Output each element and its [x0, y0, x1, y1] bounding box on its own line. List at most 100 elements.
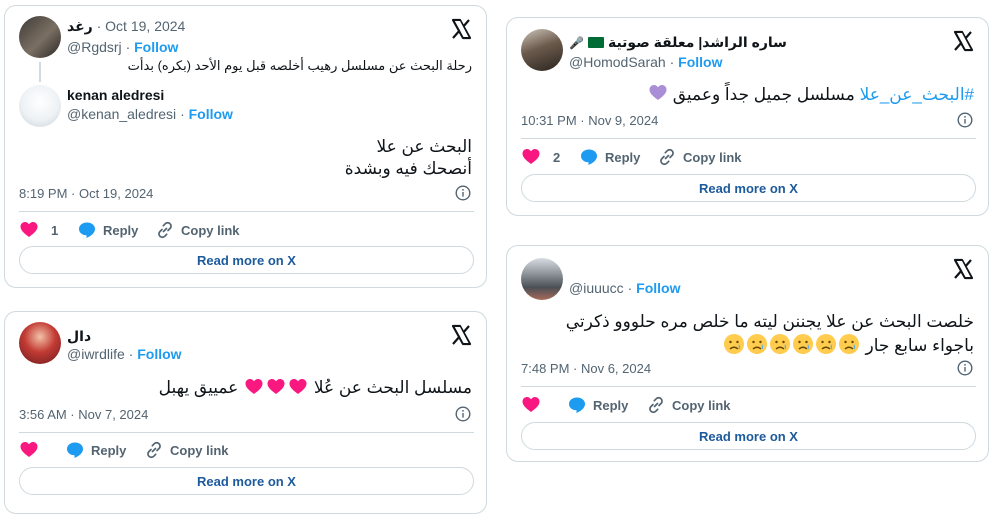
x-logo-icon[interactable] [450, 324, 472, 346]
tweet-text: #البحث_عن_علا مسلسل جميل جداً وعميق [648, 83, 974, 108]
info-icon[interactable] [957, 112, 973, 128]
read-more-button[interactable]: Read more on X [19, 467, 474, 495]
x-logo-icon[interactable] [450, 18, 472, 40]
avatar-homodsarah[interactable] [521, 29, 563, 71]
follow-button-homodsarah[interactable]: Follow [678, 54, 722, 70]
quoted-author-name[interactable]: رغد [67, 18, 93, 34]
link-icon [660, 148, 674, 166]
reply-bubble-icon [581, 149, 597, 165]
author-handle[interactable]: @iwrdlife [67, 346, 125, 362]
author-handle-line: @iwrdlife · Follow [67, 346, 182, 362]
copy-link-button[interactable]: Copy link [657, 147, 742, 167]
heart-icon [522, 149, 540, 164]
read-more-button[interactable]: Read more on X [19, 246, 474, 274]
quoted-tweet-text: رحلة البحث عن مسلسل رهيب أخلصه قبل يوم ا… [127, 58, 472, 73]
like-button[interactable]: 1 [19, 220, 58, 240]
saudi-flag-icon [587, 37, 604, 48]
reply-button[interactable]: Reply [65, 440, 126, 460]
author-name-line: 🎤 ساره الراشد| معلقة صوتية [569, 34, 787, 51]
follow-button-kenan[interactable]: Follow [189, 106, 233, 122]
reply-label: Reply [91, 442, 127, 458]
info-icon[interactable] [455, 185, 471, 201]
tweet-text: مسلسل البحث عن عُلا عمييق يهبل [159, 376, 472, 401]
divider [521, 386, 976, 387]
quoted-author-line: رغد · Oct 19, 2024 [67, 18, 186, 34]
tweet-text-line1: البحث عن علا [376, 137, 472, 156]
info-icon[interactable] [957, 360, 973, 376]
reply-bubble-icon [67, 442, 83, 458]
reply-bubble-icon [79, 222, 95, 238]
link-icon [158, 221, 172, 239]
like-button[interactable] [19, 440, 39, 460]
heart-icon [522, 397, 540, 412]
divider [521, 138, 976, 139]
heart-icon [20, 442, 38, 457]
tweet-text-line2: أنصحك فيه وبشدة [344, 159, 472, 178]
author-name[interactable]: دال [67, 328, 91, 345]
reply-label: Reply [593, 397, 629, 413]
link-icon [147, 441, 161, 459]
tweet-text-main: مسلسل جميل جداً وعميق [672, 84, 855, 104]
red-hearts-emoji [243, 376, 309, 401]
read-more-button[interactable]: Read more on X [521, 174, 976, 202]
like-count: 2 [553, 149, 561, 165]
tweet-text-line1: خلصت البحث عن علا يجننن ليته ما خلص مره … [565, 312, 974, 331]
copy-link-button[interactable]: Copy link [646, 395, 731, 415]
avatar-kenan[interactable] [19, 85, 61, 127]
avatar-iwrdlife[interactable] [19, 322, 61, 364]
copy-link-label: Copy link [170, 442, 229, 458]
crying-emojis [723, 333, 861, 360]
copy-link-button[interactable]: Copy link [144, 440, 229, 460]
microphone-icon: 🎤 [569, 35, 584, 50]
avatar-rgdsrj[interactable] [19, 16, 61, 58]
reply-button[interactable]: Reply [579, 147, 640, 167]
author-handle[interactable]: @iuuucc [569, 280, 624, 296]
author-name[interactable]: ساره الراشد| معلقة صوتية [608, 34, 787, 51]
tweet-text-tail: عمييق يهبل [158, 377, 239, 397]
tweet-card-kenan: رغد · Oct 19, 2024 @Rgdsrj · Follow رحلة… [4, 5, 487, 288]
tweet-text-line2-main: باجواء سابع جار [865, 335, 974, 355]
follow-button-iwrdlife[interactable]: Follow [137, 346, 181, 362]
heart-icon [20, 222, 38, 237]
tweet-timestamp[interactable]: 3:56 AM · Nov 7, 2024 [19, 407, 148, 422]
author-handle-line: @iuuucc · Follow [569, 280, 681, 296]
author-handle-line: @HomodSarah · Follow [569, 54, 723, 70]
tweet-timestamp[interactable]: 10:31 PM · Nov 9, 2024 [521, 113, 658, 128]
tweet-card-iwrdlife: دال @iwrdlife · Follow مسلسل البحث عن عُ… [4, 311, 487, 514]
tweet-card-iuuucc: @iuuucc · Follow خلصت البحث عن علا يجننن… [506, 245, 989, 462]
quoted-date[interactable]: Oct 19, 2024 [105, 18, 185, 34]
copy-link-label: Copy link [181, 222, 240, 238]
tweet-text-main: مسلسل البحث عن عُلا [313, 377, 472, 397]
author-handle[interactable]: @kenan_aledresi [67, 106, 176, 122]
link-icon [649, 396, 663, 414]
reply-button[interactable]: Reply [77, 220, 138, 240]
author-handle[interactable]: @HomodSarah [569, 54, 666, 70]
thread-line [39, 62, 41, 82]
reply-label: Reply [103, 222, 139, 238]
avatar-iuuucc[interactable] [521, 258, 563, 300]
author-handle-line: @kenan_aledresi · Follow [67, 106, 233, 122]
quoted-handle[interactable]: @Rgdsrj [67, 39, 122, 55]
reply-button[interactable]: Reply [567, 395, 628, 415]
like-button[interactable]: 2 [521, 147, 560, 167]
tweet-timestamp[interactable]: 7:48 PM · Nov 6, 2024 [521, 361, 651, 376]
author-name[interactable]: kenan aledresi [67, 87, 164, 103]
read-more-button[interactable]: Read more on X [521, 422, 976, 450]
tweet-card-homodsarah: 🎤 ساره الراشد| معلقة صوتية @HomodSarah ·… [506, 17, 989, 216]
follow-button-rgdsrj[interactable]: Follow [134, 39, 178, 55]
like-count: 1 [51, 222, 59, 238]
copy-link-label: Copy link [672, 397, 731, 413]
divider [19, 211, 474, 212]
follow-button-iuuucc[interactable]: Follow [636, 280, 680, 296]
purple-heart-emoji [648, 83, 668, 108]
copy-link-label: Copy link [683, 149, 742, 165]
x-logo-icon[interactable] [952, 258, 974, 280]
info-icon[interactable] [455, 406, 471, 422]
divider [19, 432, 474, 433]
tweet-timestamp[interactable]: 8:19 PM · Oct 19, 2024 [19, 186, 153, 201]
reply-bubble-icon [569, 397, 585, 413]
like-button[interactable] [521, 395, 541, 415]
hashtag-link[interactable]: #البحث_عن_علا [860, 85, 974, 104]
x-logo-icon[interactable] [952, 30, 974, 52]
copy-link-button[interactable]: Copy link [155, 220, 240, 240]
